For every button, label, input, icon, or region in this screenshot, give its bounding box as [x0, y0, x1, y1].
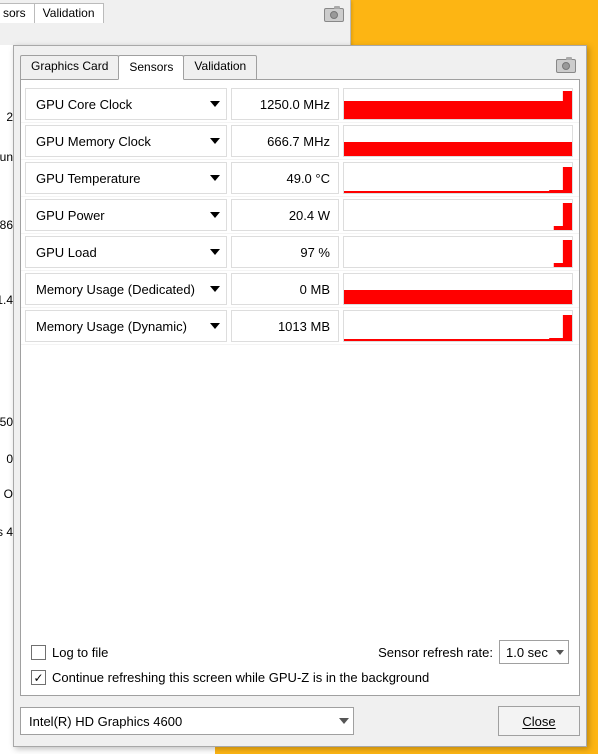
camera-icon[interactable] [556, 59, 576, 76]
chevron-down-icon [210, 286, 220, 292]
fragment: 1.4 [0, 293, 13, 307]
sensor-value-cell: 20.4 W [231, 199, 339, 231]
tab-sensors[interactable]: Sensors [118, 55, 184, 80]
sensor-value-cell: 0 MB [231, 273, 339, 305]
fragment: 2 [6, 110, 13, 124]
sensor-name-cell[interactable]: GPU Load [25, 236, 227, 268]
gpu-select-dropdown[interactable]: Intel(R) HD Graphics 4600 [20, 707, 354, 735]
chevron-down-icon [210, 323, 220, 329]
sensor-value: 97 % [300, 245, 330, 260]
gpu-select-value: Intel(R) HD Graphics 4600 [29, 714, 182, 729]
sensor-row: GPU Temperature 49.0 °C [21, 160, 579, 197]
sensor-value-cell: 97 % [231, 236, 339, 268]
refresh-rate-label: Sensor refresh rate: [378, 645, 493, 660]
sensor-name: GPU Core Clock [36, 97, 132, 112]
tab-graphics-card[interactable]: Graphics Card [20, 55, 119, 80]
fragment: 86 [0, 218, 13, 232]
sensor-row: GPU Core Clock 1250.0 MHz [21, 86, 579, 123]
chevron-down-icon [210, 249, 220, 255]
sensor-value: 1250.0 MHz [260, 97, 330, 112]
background-window-fragment: sors Validation [0, 0, 351, 46]
bg-tab-validation[interactable]: Validation [34, 3, 104, 23]
sensor-value: 20.4 W [289, 208, 330, 223]
log-to-file-label: Log to file [52, 645, 108, 660]
refresh-rate-dropdown[interactable]: 1.0 sec [499, 640, 569, 664]
fragment: O [4, 487, 13, 501]
background-refresh-label: Continue refreshing this screen while GP… [52, 670, 429, 685]
sensor-value-cell: 1250.0 MHz [231, 88, 339, 120]
sensor-value-cell: 666.7 MHz [231, 125, 339, 157]
sensor-name: Memory Usage (Dedicated) [36, 282, 195, 297]
sensor-name: GPU Temperature [36, 171, 141, 186]
sensor-sparkline [343, 199, 573, 231]
gpuz-window: Graphics Card Sensors Validation GPU Cor… [13, 45, 587, 747]
sensor-value: 0 MB [300, 282, 330, 297]
background-refresh-checkbox[interactable] [31, 670, 46, 685]
sensor-row: Memory Usage (Dedicated) 0 MB [21, 271, 579, 308]
sensor-row: GPU Load 97 % [21, 234, 579, 271]
sensor-sparkline [343, 273, 573, 305]
sensor-name: Memory Usage (Dynamic) [36, 319, 187, 334]
fragment: s 4 [0, 525, 13, 539]
sensor-sparkline [343, 162, 573, 194]
log-to-file-checkbox[interactable] [31, 645, 46, 660]
camera-icon[interactable] [324, 8, 344, 25]
sensor-name-cell[interactable]: GPU Temperature [25, 162, 227, 194]
chevron-down-icon [556, 650, 564, 655]
sensor-name-cell[interactable]: GPU Core Clock [25, 88, 227, 120]
sensor-value: 1013 MB [278, 319, 330, 334]
chevron-down-icon [210, 212, 220, 218]
sensor-sparkline [343, 310, 573, 342]
sensor-sparkline [343, 88, 573, 120]
sensor-name: GPU Memory Clock [36, 134, 151, 149]
sensors-panel: GPU Core Clock 1250.0 MHz GPU Memory Clock… [20, 79, 580, 696]
sensor-name: GPU Power [36, 208, 105, 223]
fragment: 50 [0, 415, 13, 429]
chevron-down-icon [210, 101, 220, 107]
sensor-name-cell[interactable]: Memory Usage (Dynamic) [25, 310, 227, 342]
sensor-name: GPU Load [36, 245, 97, 260]
sensor-value-cell: 49.0 °C [231, 162, 339, 194]
fragment: 0 [6, 452, 13, 466]
bg-tab-sensors-cut[interactable]: sors [0, 3, 35, 23]
chevron-down-icon [210, 175, 220, 181]
close-button-label: Close [522, 714, 555, 729]
refresh-rate-value: 1.0 sec [506, 645, 550, 660]
sensor-row: GPU Power 20.4 W [21, 197, 579, 234]
panel-footer: Log to file Sensor refresh rate: 1.0 sec… [21, 628, 579, 695]
sensor-name-cell[interactable]: GPU Power [25, 199, 227, 231]
sensor-row: Memory Usage (Dynamic) 1013 MB [21, 308, 579, 345]
sensor-sparkline [343, 125, 573, 157]
tab-bar: Graphics Card Sensors Validation [20, 54, 580, 79]
close-button[interactable]: Close [498, 706, 580, 736]
chevron-down-icon [210, 138, 220, 144]
sensor-value: 49.0 °C [286, 171, 330, 186]
sensor-row: GPU Memory Clock 666.7 MHz [21, 123, 579, 160]
sensor-sparkline [343, 236, 573, 268]
sensor-value: 666.7 MHz [267, 134, 330, 149]
sensor-name-cell[interactable]: Memory Usage (Dedicated) [25, 273, 227, 305]
fragment: un [0, 150, 13, 164]
chevron-down-icon [339, 718, 349, 724]
sensor-value-cell: 1013 MB [231, 310, 339, 342]
tab-validation[interactable]: Validation [183, 55, 257, 80]
sensor-name-cell[interactable]: GPU Memory Clock [25, 125, 227, 157]
